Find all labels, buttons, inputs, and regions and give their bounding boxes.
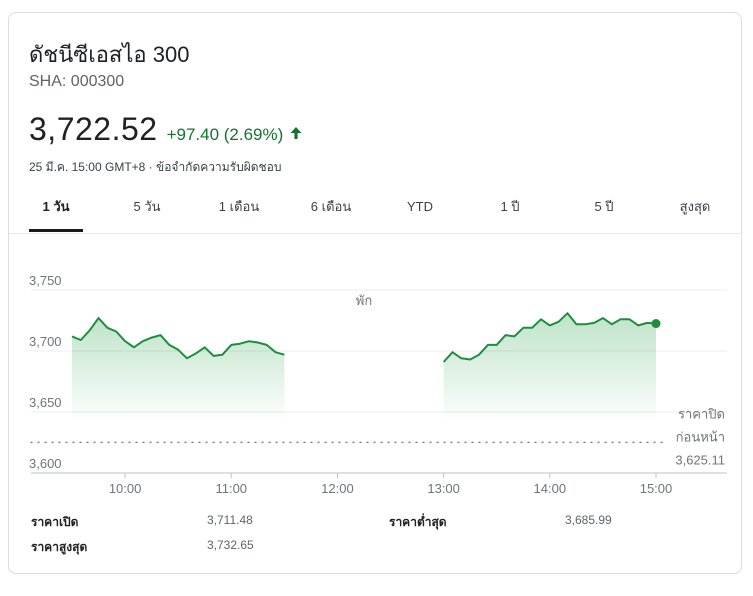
tab-5-years[interactable]: 5 ปี — [579, 189, 629, 232]
stat-open-label: ราคาเปิด — [31, 515, 79, 529]
x-tick-label: 14:00 — [534, 481, 567, 493]
previous-close-value: 3,625.11 — [675, 452, 725, 467]
stat-high-label: ราคาสูงสุด — [31, 540, 88, 554]
x-tick-label: 15:00 — [640, 481, 673, 493]
tab-6-months[interactable]: 6 เดือน — [296, 189, 366, 232]
range-tabs: 1 วัน 5 วัน 1 เดือน 6 เดือน YTD 1 ปี 5 ป… — [9, 189, 741, 234]
lunch-break-label: พัก — [356, 293, 372, 308]
tab-ytd[interactable]: YTD — [390, 189, 450, 232]
tab-1-year[interactable]: 1 ปี — [485, 189, 535, 232]
price-row: 3,722.52 +97.40 (2.69%) — [29, 111, 303, 148]
previous-close-label: ราคาปิด — [678, 406, 725, 421]
stock-card: ดัชนีซีเอสไอ 300 SHA: 000300 3,722.52 +9… — [8, 12, 742, 574]
current-price: 3,722.52 — [29, 111, 158, 147]
index-title: ดัชนีซีเอสไอ 300 — [29, 42, 190, 67]
stat-open-value: 3,711.48 — [207, 513, 253, 527]
y-tick-label: 3,700 — [29, 334, 62, 349]
stat-low-label: ราคาต่ำสุด — [389, 515, 447, 529]
y-tick-label: 3,750 — [29, 273, 62, 288]
y-tick-label: 3,650 — [29, 395, 62, 410]
x-tick-label: 11:00 — [215, 481, 247, 493]
y-tick-label: 3,600 — [29, 456, 62, 471]
x-tick-label: 13:00 — [427, 481, 460, 493]
x-tick-label: 12:00 — [321, 481, 354, 493]
tab-1-month[interactable]: 1 เดือน — [204, 189, 274, 232]
price-area-morning — [72, 318, 285, 417]
disclaimer-link[interactable]: ข้อจำกัดความรับผิดชอบ — [156, 160, 282, 174]
tab-5-days[interactable]: 5 วัน — [117, 189, 177, 232]
x-tick-label: 10:00 — [109, 481, 142, 493]
quote-timestamp: 25 มี.ค. 15:00 GMT+8 — [29, 160, 146, 174]
quote-meta: 25 มี.ค. 15:00 GMT+8 · ข้อจำกัดความรับผิ… — [29, 158, 282, 177]
arrow-up-icon — [290, 127, 302, 139]
tab-1-day[interactable]: 1 วัน — [29, 189, 83, 232]
ticker-symbol: SHA: 000300 — [29, 73, 125, 90]
last-price-dot — [651, 319, 661, 329]
stat-high-value: 3,732.65 — [207, 538, 254, 552]
tab-max[interactable]: สูงสุด — [665, 189, 725, 232]
price-area-afternoon — [443, 313, 656, 417]
previous-close-label: ก่อนหน้า — [676, 429, 725, 444]
stat-low-value: 3,685.99 — [565, 513, 612, 527]
price-change: +97.40 (2.69%) — [166, 125, 284, 144]
meta-separator: · — [145, 160, 156, 174]
intraday-price-chart[interactable]: 3,750 3,700 3,650 3,600 10:00 11:00 12:00 13:00… — [9, 263, 741, 493]
